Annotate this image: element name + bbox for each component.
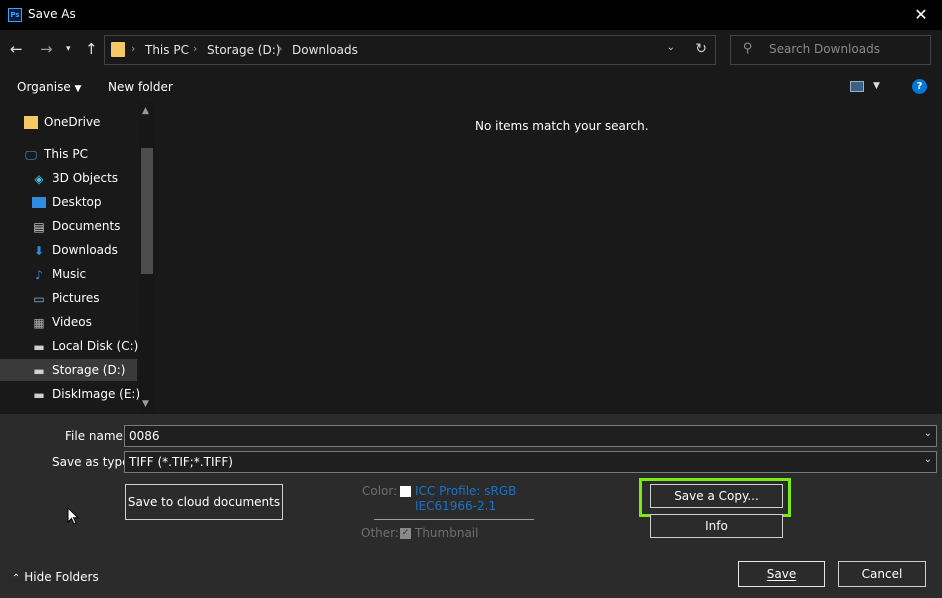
icc-profile-checkbox[interactable] [400, 486, 411, 497]
info-button[interactable]: Info [650, 514, 783, 538]
download-arrow-icon: ⬇ [33, 243, 45, 258]
save-as-type-label: Save as type: [52, 455, 134, 469]
chevron-right-icon: › [131, 42, 136, 55]
scroll-up-icon[interactable]: ▲ [142, 106, 149, 116]
chevron-down-icon[interactable]: ⌄ [924, 428, 932, 439]
title-bar: Ps Save As ✕ [0, 0, 942, 30]
chevron-right-icon: › [278, 42, 283, 55]
pictures-icon: ▭ [33, 291, 45, 306]
sidebar-item-label: Videos [52, 315, 92, 329]
sidebar-item-diskimage-e[interactable]: ▬ DiskImage (E:) [32, 383, 141, 405]
breadcrumb-downloads[interactable]: Downloads [292, 43, 358, 57]
sidebar-item-label: Music [52, 267, 87, 281]
file-name-combobox[interactable]: ⌄ [124, 425, 937, 447]
sidebar-item-pictures[interactable]: ▭ Pictures [32, 287, 139, 309]
computer-icon: 🖵 [25, 147, 37, 162]
cancel-button[interactable]: Cancel [838, 561, 926, 587]
icc-profile-name[interactable]: IEC61966-2.1 [415, 499, 496, 513]
sidebar-item-videos[interactable]: ▦ Videos [32, 311, 139, 333]
save-as-type-value: TIFF (*.TIF;*.TIFF) [129, 455, 233, 469]
save-button-label: Save [766, 567, 797, 581]
save-a-copy-button[interactable]: Save a Copy... [650, 484, 783, 508]
search-box[interactable]: ⚲ [730, 35, 931, 65]
sidebar-item-desktop[interactable]: Desktop [32, 191, 139, 213]
sidebar-item-onedrive[interactable]: OneDrive [24, 111, 139, 133]
photoshop-app-icon: Ps [8, 8, 22, 22]
desktop-icon [32, 197, 46, 208]
view-dropdown-icon[interactable]: ▼ [873, 81, 880, 91]
sidebar-item-label: 3D Objects [52, 171, 119, 185]
organise-menu[interactable]: Organise ▼ [17, 80, 81, 94]
options-divider [374, 519, 534, 520]
close-icon[interactable]: ✕ [906, 3, 936, 27]
sidebar-item-storage-d[interactable]: ▬ Storage (D:) [0, 359, 137, 381]
sidebar-item-label: Storage (D:) [52, 363, 126, 377]
sidebar-item-downloads[interactable]: ⬇ Downloads [32, 239, 139, 261]
sidebar-item-label: Local Disk (C:) [52, 339, 139, 353]
other-label: Other: [361, 526, 399, 540]
thumbnail-checkbox[interactable]: ✓ [400, 528, 411, 539]
hide-folders-toggle[interactable]: ⌃ Hide Folders [12, 570, 99, 584]
recent-locations-chevron-icon[interactable]: ▾ [66, 41, 71, 57]
file-list-pane[interactable]: No items match your search. [158, 102, 942, 413]
chevron-down-icon[interactable]: ⌄ [924, 454, 932, 465]
icc-profile-link[interactable]: ICC Profile: sRGB [415, 484, 516, 498]
sidebar-item-documents[interactable]: ▤ Documents [32, 215, 139, 237]
search-input[interactable] [769, 42, 924, 56]
save-to-cloud-button[interactable]: Save to cloud documents [125, 484, 283, 520]
empty-results-message: No items match your search. [475, 119, 649, 133]
sidebar-item-music[interactable]: ♪ Music [32, 263, 139, 285]
thumbnail-label: Thumbnail [415, 526, 479, 540]
sidebar-item-label: OneDrive [44, 115, 101, 129]
file-name-input[interactable] [129, 429, 909, 443]
sidebar-item-3d-objects[interactable]: ◈ 3D Objects [32, 167, 139, 189]
scrollbar-thumb[interactable] [141, 148, 153, 274]
drive-icon: ▬ [33, 339, 45, 354]
sidebar-item-this-pc[interactable]: 🖵 This PC [24, 143, 139, 165]
save-as-type-select[interactable]: TIFF (*.TIF;*.TIFF) ⌄ [124, 451, 937, 473]
organise-label: Organise [17, 80, 71, 94]
videos-icon: ▦ [33, 315, 45, 330]
drive-icon: ▬ [33, 363, 45, 378]
new-folder-button[interactable]: New folder [108, 80, 173, 94]
address-dropdown-icon[interactable]: ⌄ [667, 42, 675, 53]
breadcrumb-this-pc[interactable]: This PC [145, 43, 189, 57]
sidebar-item-label: Pictures [52, 291, 100, 305]
color-label: Color: [362, 484, 398, 498]
hide-folders-label: Hide Folders [24, 570, 99, 584]
chevron-down-icon: ▼ [74, 84, 82, 94]
sidebar-scrollbar[interactable]: ▲ ▼ [139, 102, 155, 413]
drive-icon: ▬ [33, 387, 45, 402]
onedrive-folder-icon [24, 116, 38, 129]
documents-icon: ▤ [33, 219, 45, 234]
sidebar-item-label: DiskImage (E:) [52, 387, 141, 401]
help-icon[interactable]: ? [912, 79, 927, 94]
sidebar-item-label: Desktop [52, 195, 102, 209]
sidebar-item-label: This PC [44, 147, 88, 161]
back-arrow-icon[interactable]: ← [10, 41, 23, 57]
view-options-icon[interactable] [850, 81, 864, 92]
scroll-down-icon[interactable]: ▼ [142, 399, 149, 409]
chevron-right-icon: › [193, 42, 198, 55]
address-bar[interactable]: › This PC › Storage (D:) › Downloads ⌄ ↻ [104, 35, 716, 65]
chevron-up-icon: ⌃ [12, 573, 21, 584]
refresh-icon[interactable]: ↻ [695, 41, 707, 57]
file-name-label: File name: [65, 429, 127, 443]
3d-objects-icon: ◈ [34, 171, 44, 186]
window-title: Save As [28, 7, 76, 21]
forward-arrow-icon[interactable]: → [40, 41, 53, 57]
save-button[interactable]: Save [738, 561, 825, 587]
folder-icon [111, 42, 125, 57]
search-icon: ⚲ [743, 41, 753, 56]
up-arrow-icon[interactable]: ↑ [85, 41, 98, 57]
navigation-pane: OneDrive 🖵 This PC ◈ 3D Objects Desktop ▤ D… [0, 102, 157, 413]
sidebar-item-local-disk-c[interactable]: ▬ Local Disk (C:) [32, 335, 139, 357]
music-note-icon: ♪ [35, 267, 43, 282]
breadcrumb-storage-d[interactable]: Storage (D:) [207, 43, 280, 57]
sidebar-item-label: Documents [52, 219, 121, 233]
sidebar-item-label: Downloads [52, 243, 118, 257]
mouse-cursor-icon [67, 507, 79, 525]
